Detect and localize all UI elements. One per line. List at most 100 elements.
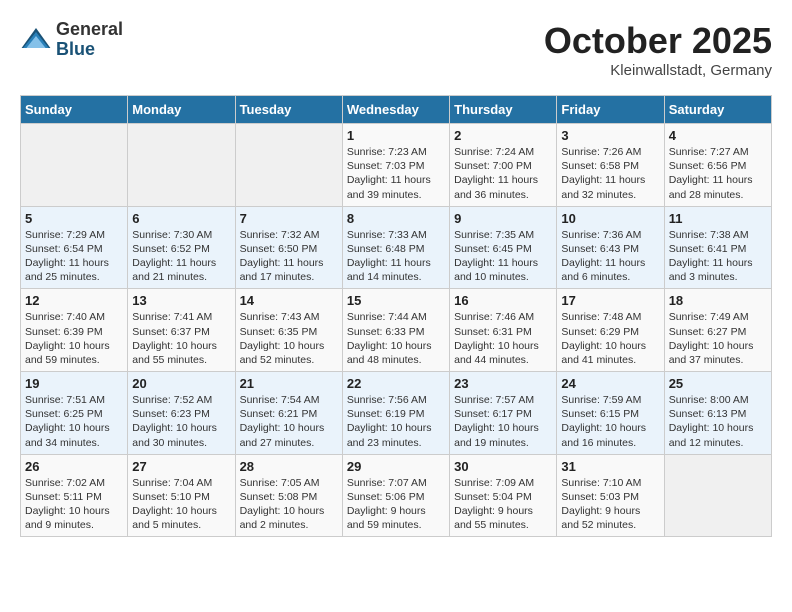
day-number: 1 (347, 128, 445, 143)
day-number: 20 (132, 376, 230, 391)
day-info: Sunrise: 7:32 AM Sunset: 6:50 PM Dayligh… (240, 228, 338, 285)
day-cell: 19 Sunrise: 7:51 AM Sunset: 6:25 PM Dayli… (21, 372, 128, 455)
col-thursday: Thursday (450, 96, 557, 124)
day-info: Sunrise: 7:09 AM Sunset: 5:04 PM Dayligh… (454, 476, 552, 533)
col-saturday: Saturday (664, 96, 771, 124)
day-cell: 17Sunrise: 7:48 AM Sunset: 6:29 PM Dayli… (557, 289, 664, 372)
day-info: Sunrise: 7:27 AM Sunset: 6:56 PM Dayligh… (669, 145, 767, 202)
week-row-5: 26 Sunrise: 7:02 AM Sunset: 5:11 PM Dayli… (21, 454, 772, 537)
day-cell: 22 Sunrise: 7:56 AM Sunset: 6:19 PM Dayli… (342, 372, 449, 455)
week-row-4: 19 Sunrise: 7:51 AM Sunset: 6:25 PM Dayli… (21, 372, 772, 455)
day-cell: 11Sunrise: 7:38 AM Sunset: 6:41 PM Dayli… (664, 206, 771, 289)
day-info: Sunrise: 7:56 AM Sunset: 6:19 PM Dayligh… (347, 393, 445, 450)
day-info: Sunrise: 7:46 AM Sunset: 6:31 PM Dayligh… (454, 310, 552, 367)
month-title: October 2025 (544, 20, 772, 62)
day-info: Sunrise: 7:49 AM Sunset: 6:27 PM Dayligh… (669, 310, 767, 367)
day-info: Sunrise: 7:02 AM Sunset: 5:11 PM Dayligh… (25, 476, 123, 533)
day-cell: 24 Sunrise: 7:59 AM Sunset: 6:15 PM Dayli… (557, 372, 664, 455)
day-info: Sunrise: 7:52 AM Sunset: 6:23 PM Dayligh… (132, 393, 230, 450)
day-cell: 23 Sunrise: 7:57 AM Sunset: 6:17 PM Dayli… (450, 372, 557, 455)
day-number: 25 (669, 376, 767, 391)
day-info: Sunrise: 7:57 AM Sunset: 6:17 PM Dayligh… (454, 393, 552, 450)
day-cell: 20 Sunrise: 7:52 AM Sunset: 6:23 PM Dayli… (128, 372, 235, 455)
day-info: Sunrise: 8:00 AM Sunset: 6:13 PM Dayligh… (669, 393, 767, 450)
day-number: 27 (132, 459, 230, 474)
day-info: Sunrise: 7:43 AM Sunset: 6:35 PM Dayligh… (240, 310, 338, 367)
day-cell: 29 Sunrise: 7:07 AM Sunset: 5:06 PM Dayli… (342, 454, 449, 537)
day-number: 22 (347, 376, 445, 391)
day-info: Sunrise: 7:29 AM Sunset: 6:54 PM Dayligh… (25, 228, 123, 285)
day-number: 11 (669, 211, 767, 226)
day-cell: 16 Sunrise: 7:46 AM Sunset: 6:31 PM Dayli… (450, 289, 557, 372)
day-cell: 7 Sunrise: 7:32 AM Sunset: 6:50 PM Daylig… (235, 206, 342, 289)
day-number: 18 (669, 293, 767, 308)
day-number: 8 (347, 211, 445, 226)
col-wednesday: Wednesday (342, 96, 449, 124)
day-number: 19 (25, 376, 123, 391)
day-info: Sunrise: 7:41 AM Sunset: 6:37 PM Dayligh… (132, 310, 230, 367)
day-number: 7 (240, 211, 338, 226)
week-row-1: 1 Sunrise: 7:23 AM Sunset: 7:03 PM Daylig… (21, 124, 772, 207)
day-number: 24 (561, 376, 659, 391)
day-cell: 14 Sunrise: 7:43 AM Sunset: 6:35 PM Dayli… (235, 289, 342, 372)
day-number: 16 (454, 293, 552, 308)
logo-blue-text: Blue (56, 40, 123, 60)
day-cell: 25 Sunrise: 8:00 AM Sunset: 6:13 PM Dayli… (664, 372, 771, 455)
day-cell: 5 Sunrise: 7:29 AM Sunset: 6:54 PM Daylig… (21, 206, 128, 289)
day-number: 9 (454, 211, 552, 226)
day-number: 12 (25, 293, 123, 308)
day-number: 21 (240, 376, 338, 391)
week-row-3: 12 Sunrise: 7:40 AM Sunset: 6:39 PM Dayli… (21, 289, 772, 372)
day-cell: 8 Sunrise: 7:33 AM Sunset: 6:48 PM Daylig… (342, 206, 449, 289)
day-cell: 21 Sunrise: 7:54 AM Sunset: 6:21 PM Dayli… (235, 372, 342, 455)
day-cell: 28Sunrise: 7:05 AM Sunset: 5:08 PM Dayli… (235, 454, 342, 537)
day-number: 26 (25, 459, 123, 474)
week-row-2: 5 Sunrise: 7:29 AM Sunset: 6:54 PM Daylig… (21, 206, 772, 289)
day-cell (664, 454, 771, 537)
day-cell (21, 124, 128, 207)
day-info: Sunrise: 7:33 AM Sunset: 6:48 PM Dayligh… (347, 228, 445, 285)
day-info: Sunrise: 7:23 AM Sunset: 7:03 PM Dayligh… (347, 145, 445, 202)
day-cell: 12 Sunrise: 7:40 AM Sunset: 6:39 PM Dayli… (21, 289, 128, 372)
day-number: 30 (454, 459, 552, 474)
day-number: 29 (347, 459, 445, 474)
page-header: General Blue October 2025 Kleinwallstadt… (20, 20, 772, 79)
calendar-header: Sunday Monday Tuesday Wednesday Thursday… (21, 96, 772, 124)
day-info: Sunrise: 7:54 AM Sunset: 6:21 PM Dayligh… (240, 393, 338, 450)
day-info: Sunrise: 7:35 AM Sunset: 6:45 PM Dayligh… (454, 228, 552, 285)
day-number: 2 (454, 128, 552, 143)
day-info: Sunrise: 7:59 AM Sunset: 6:15 PM Dayligh… (561, 393, 659, 450)
day-cell: 27Sunrise: 7:04 AM Sunset: 5:10 PM Dayli… (128, 454, 235, 537)
day-cell: 1 Sunrise: 7:23 AM Sunset: 7:03 PM Daylig… (342, 124, 449, 207)
day-info: Sunrise: 7:51 AM Sunset: 6:25 PM Dayligh… (25, 393, 123, 450)
day-cell: 30 Sunrise: 7:09 AM Sunset: 5:04 PM Dayli… (450, 454, 557, 537)
day-number: 10 (561, 211, 659, 226)
col-friday: Friday (557, 96, 664, 124)
day-cell: 6Sunrise: 7:30 AM Sunset: 6:52 PM Daylig… (128, 206, 235, 289)
logo: General Blue (20, 20, 123, 60)
day-number: 14 (240, 293, 338, 308)
day-cell: 18 Sunrise: 7:49 AM Sunset: 6:27 PM Dayli… (664, 289, 771, 372)
day-number: 31 (561, 459, 659, 474)
day-info: Sunrise: 7:26 AM Sunset: 6:58 PM Dayligh… (561, 145, 659, 202)
day-info: Sunrise: 7:10 AM Sunset: 5:03 PM Dayligh… (561, 476, 659, 533)
col-sunday: Sunday (21, 96, 128, 124)
day-cell: 13Sunrise: 7:41 AM Sunset: 6:37 PM Dayli… (128, 289, 235, 372)
day-cell: 4Sunrise: 7:27 AM Sunset: 6:56 PM Daylig… (664, 124, 771, 207)
day-cell (128, 124, 235, 207)
day-number: 23 (454, 376, 552, 391)
title-section: October 2025 Kleinwallstadt, Germany (544, 20, 772, 79)
logo-text: General Blue (56, 20, 123, 60)
day-info: Sunrise: 7:24 AM Sunset: 7:00 PM Dayligh… (454, 145, 552, 202)
location-text: Kleinwallstadt, Germany (544, 62, 772, 79)
logo-general-text: General (56, 20, 123, 40)
col-tuesday: Tuesday (235, 96, 342, 124)
day-number: 5 (25, 211, 123, 226)
day-info: Sunrise: 7:40 AM Sunset: 6:39 PM Dayligh… (25, 310, 123, 367)
day-cell: 3Sunrise: 7:26 AM Sunset: 6:58 PM Daylig… (557, 124, 664, 207)
day-cell: 15Sunrise: 7:44 AM Sunset: 6:33 PM Dayli… (342, 289, 449, 372)
day-info: Sunrise: 7:07 AM Sunset: 5:06 PM Dayligh… (347, 476, 445, 533)
day-info: Sunrise: 7:05 AM Sunset: 5:08 PM Dayligh… (240, 476, 338, 533)
calendar-body: 1 Sunrise: 7:23 AM Sunset: 7:03 PM Daylig… (21, 124, 772, 537)
day-number: 17 (561, 293, 659, 308)
